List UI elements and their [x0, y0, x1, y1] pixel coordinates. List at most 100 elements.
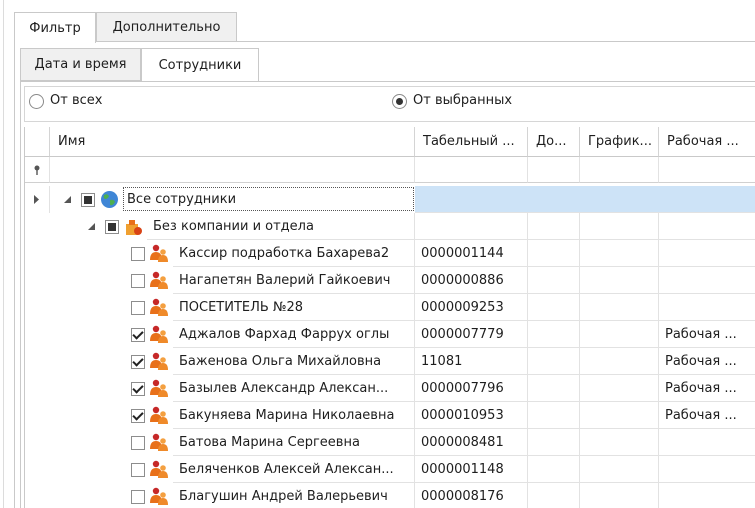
filter-name[interactable] — [50, 157, 415, 183]
cell-work — [659, 213, 755, 240]
cell-schedule — [580, 213, 659, 240]
employee-work-cell — [659, 483, 755, 508]
employee-tab: 0000007796 — [421, 380, 504, 396]
tree-row-root[interactable]: Все сотрудники — [25, 186, 755, 213]
employee-checkbox[interactable] — [131, 355, 145, 369]
row-pointer-icon — [34, 195, 39, 204]
root-label: Все сотрудники — [127, 191, 237, 207]
employee-name: Кассир подработка Бахарева2 — [179, 245, 390, 261]
indicator-header — [25, 127, 50, 157]
employee-name-cell: Базылев Александр Алексан... — [173, 375, 415, 402]
tab-filter[interactable]: Фильтр — [14, 12, 96, 43]
employee-tab-cell: 0000008481 — [415, 429, 528, 456]
employee-work-cell: Рабочая ... — [659, 321, 755, 348]
root-selection — [415, 186, 755, 213]
radio-from-selected-label: От выбранных — [413, 93, 513, 108]
employee-name-cell: Бакуняева Марина Николаевна — [173, 402, 415, 429]
employee-work-cell — [659, 456, 755, 483]
employee-checkbox[interactable] — [131, 382, 145, 396]
employee-work-cell — [659, 240, 755, 267]
employee-tab-cell: 0000001144 — [415, 240, 528, 267]
employee-tab: 0000000886 — [421, 272, 504, 288]
employee-work: Рабочая ... — [665, 326, 737, 342]
group-name-cell: Без компании и отдела — [147, 213, 415, 240]
tree-row-group[interactable]: Без компании и отдела — [25, 213, 755, 240]
employee-schedule-cell — [580, 429, 659, 456]
root-checkbox[interactable] — [81, 193, 95, 207]
employee-schedule-cell — [580, 240, 659, 267]
user-icon — [149, 243, 169, 267]
tab-additional[interactable]: Дополнительно — [96, 12, 237, 42]
employee-tab-cell: 0000010953 — [415, 402, 528, 429]
filter-row-indicator — [25, 157, 50, 183]
user-icon — [149, 270, 169, 294]
radio-from-selected[interactable] — [392, 94, 407, 109]
employee-row[interactable]: Аджалов Фархад Фаррух оглы 0000007779 Рабо… — [25, 321, 755, 348]
col-tab-header[interactable]: Табельный ... — [415, 127, 528, 157]
employee-do-cell — [528, 456, 580, 483]
filter-do[interactable] — [528, 157, 580, 183]
employee-checkbox[interactable] — [131, 274, 145, 288]
globe-icon — [101, 191, 118, 208]
employee-tab-cell: 0000007796 — [415, 375, 528, 402]
employee-checkbox[interactable] — [131, 409, 145, 423]
employee-checkbox[interactable] — [131, 301, 145, 315]
pin-icon[interactable] — [33, 165, 41, 175]
employee-row[interactable]: Благушин Андрей Валерьевич 0000008176 — [25, 483, 755, 508]
filter-schedule[interactable] — [580, 157, 659, 183]
employee-checkbox[interactable] — [131, 463, 145, 477]
filter-work[interactable] — [659, 157, 755, 183]
employee-row[interactable]: Нагапетян Валерий Гайкоевич 0000000886 — [25, 267, 755, 294]
employee-row[interactable]: Баженова Ольга Михайловна 11081 Рабочая ..… — [25, 348, 755, 375]
employee-work-cell — [659, 294, 755, 321]
employee-checkbox[interactable] — [131, 247, 145, 261]
cell-do — [528, 213, 580, 240]
employee-work-cell — [659, 267, 755, 294]
employee-do-cell — [528, 429, 580, 456]
employee-tab: 11081 — [421, 353, 463, 369]
employee-schedule-cell — [580, 375, 659, 402]
root-label-box: Все сотрудники — [123, 187, 414, 211]
tab-datetime[interactable]: Дата и время — [20, 48, 141, 81]
employee-row[interactable]: Батова Марина Сергеевна 0000008481 — [25, 429, 755, 456]
col-schedule-header[interactable]: График... — [580, 127, 659, 157]
employee-row[interactable]: Беляченков Алексей Алексан... 0000001148 — [25, 456, 755, 483]
employee-name: Бакуняева Марина Николаевна — [179, 407, 395, 423]
employee-schedule-cell — [580, 402, 659, 429]
employee-tab: 0000008481 — [421, 434, 504, 450]
employee-name: Баженова Ольга Михайловна — [179, 353, 382, 369]
employee-schedule-cell — [580, 267, 659, 294]
group-checkbox[interactable] — [105, 220, 119, 234]
employee-schedule-cell — [580, 294, 659, 321]
employee-name-cell: Кассир подработка Бахарева2 — [173, 240, 415, 267]
employee-work: Рабочая ... — [665, 407, 737, 423]
filter-tab[interactable] — [415, 157, 528, 183]
employee-checkbox[interactable] — [131, 436, 145, 450]
employee-row[interactable]: Кассир подработка Бахарева2 0000001144 — [25, 240, 755, 267]
employee-name: Нагапетян Валерий Гайкоевич — [179, 272, 391, 288]
employee-name: Базылев Александр Алексан... — [179, 380, 389, 396]
col-do-header[interactable]: До... — [528, 127, 580, 157]
col-work-header[interactable]: Рабочая ... — [659, 127, 755, 157]
user-icon — [149, 324, 169, 348]
employee-do-cell — [528, 321, 580, 348]
tab-employees[interactable]: Сотрудники — [141, 48, 259, 82]
user-icon — [149, 405, 169, 429]
employee-row[interactable]: Бакуняева Марина Николаевна 0000010953 Раб… — [25, 402, 755, 429]
collapse-icon[interactable] — [88, 223, 95, 230]
employee-checkbox[interactable] — [131, 328, 145, 342]
employee-schedule-cell — [580, 348, 659, 375]
radio-from-all[interactable] — [29, 94, 44, 109]
employee-name: Беляченков Алексей Алексан... — [179, 461, 394, 477]
employees-grid[interactable]: Имя Табельный ... До... График... Рабоча… — [24, 127, 755, 508]
employee-work: Рабочая ... — [665, 353, 737, 369]
employee-row[interactable]: Базылев Александр Алексан... 0000007796 Ра… — [25, 375, 755, 402]
employee-row[interactable]: ПОСЕТИТЕЛЬ №28 0000009253 — [25, 294, 755, 321]
col-name-header[interactable]: Имя — [50, 127, 415, 157]
employee-name-cell: Благушин Андрей Валерьевич — [173, 483, 415, 508]
employee-tab: 0000001148 — [421, 461, 504, 477]
employee-tab: 0000008176 — [421, 488, 504, 504]
employee-checkbox[interactable] — [131, 490, 145, 504]
collapse-icon[interactable] — [64, 196, 71, 203]
employee-tab: 0000001144 — [421, 245, 504, 261]
